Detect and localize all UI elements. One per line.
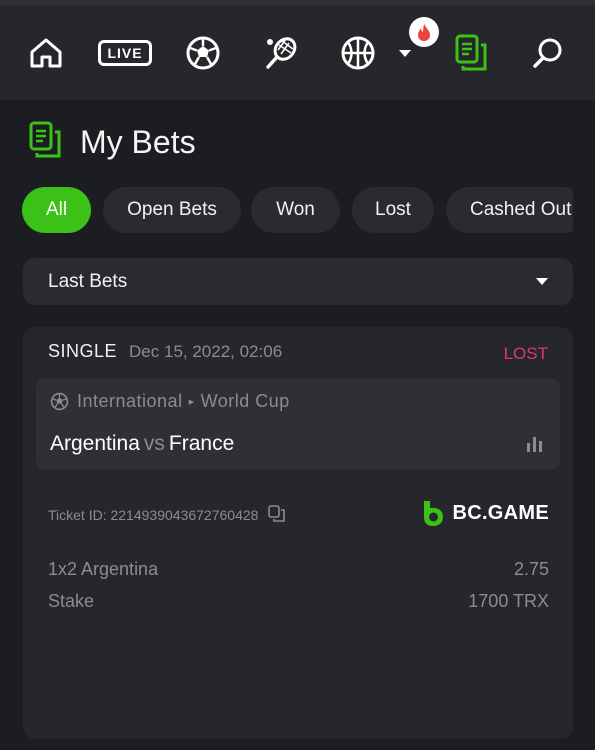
filter-tab-open-bets[interactable]: Open Bets xyxy=(103,187,241,233)
league-country: International xyxy=(77,391,183,411)
bets-document-icon xyxy=(28,120,62,165)
versus-label: vs xyxy=(143,432,165,455)
bar-chart-icon[interactable] xyxy=(526,436,544,457)
stake-value: 1700 TRX xyxy=(468,591,549,611)
top-navigation-bar: LIVE xyxy=(0,0,595,100)
league-name: World Cup xyxy=(200,391,290,411)
breadcrumb-arrow-icon: ▸ xyxy=(188,396,195,408)
soccer-ball-icon[interactable] xyxy=(179,30,227,76)
brand-name: BC.GAME xyxy=(452,501,549,524)
bet-card-header: SINGLE Dec 15, 2022, 02:06 xyxy=(48,341,282,362)
filter-tab-label: Open Bets xyxy=(127,199,217,220)
away-team: France xyxy=(168,432,235,455)
filter-tab-label: Cashed Out xyxy=(470,199,572,220)
hot-fire-icon[interactable] xyxy=(409,17,439,47)
tennis-racket-icon[interactable] xyxy=(257,30,305,76)
filter-tab-label: All xyxy=(45,199,68,220)
page-title: My Bets xyxy=(80,124,196,160)
page-header: My Bets xyxy=(28,120,196,165)
filter-tab-cashed-out[interactable]: Cashed Out xyxy=(446,187,573,233)
home-icon[interactable] xyxy=(22,30,70,76)
bet-filter-tabs: All Open Bets Won Lost Cashed Out xyxy=(22,187,573,233)
basketball-icon[interactable] xyxy=(334,30,382,76)
bets-period-dropdown[interactable]: Last Bets xyxy=(23,258,573,305)
live-label: LIVE xyxy=(98,40,152,66)
bet-card[interactable]: SINGLE Dec 15, 2022, 02:06 LOST Internat… xyxy=(23,327,573,739)
live-button[interactable]: LIVE xyxy=(98,30,152,76)
bet-type: SINGLE xyxy=(48,341,118,361)
odds-value: 2.75 xyxy=(513,559,549,579)
stake-row: Stake 1700 TRX xyxy=(48,591,549,612)
stake-label: Stake xyxy=(48,591,95,611)
caret-down-icon xyxy=(536,278,548,285)
ticket-id-text: Ticket ID: 2214939043672760428 xyxy=(48,507,259,523)
home-team: Argentina xyxy=(50,432,140,455)
copy-icon[interactable] xyxy=(268,505,286,525)
bet-date: Dec 15, 2022, 02:06 xyxy=(129,342,283,361)
filter-tab-label: Won xyxy=(276,199,315,220)
match-title: Argentina vs France xyxy=(50,432,234,456)
brand-logo: BC.GAME xyxy=(422,499,549,527)
selection-row: 1x2 Argentina 2.75 xyxy=(48,559,549,580)
selection-label: 1x2 Argentina xyxy=(48,559,159,579)
filter-tab-label: Lost xyxy=(375,199,411,220)
my-bets-document-icon[interactable] xyxy=(447,30,495,76)
filter-tab-won[interactable]: Won xyxy=(251,187,340,233)
dropdown-selected-value: Last Bets xyxy=(48,270,128,292)
bet-status-badge: LOST xyxy=(503,344,548,363)
soccer-ball-icon xyxy=(50,392,69,411)
filter-tab-lost[interactable]: Lost xyxy=(352,187,434,233)
top-divider xyxy=(0,0,595,6)
event-box[interactable]: International ▸ World Cup Argentina vs Fra… xyxy=(36,378,560,470)
filter-tab-all[interactable]: All xyxy=(22,187,91,233)
ticket-id: Ticket ID: 2214939043672760428 xyxy=(48,505,286,525)
league-breadcrumb: International ▸ World Cup xyxy=(50,391,290,412)
bc-game-logo-icon xyxy=(424,501,444,526)
search-icon[interactable] xyxy=(524,30,572,76)
